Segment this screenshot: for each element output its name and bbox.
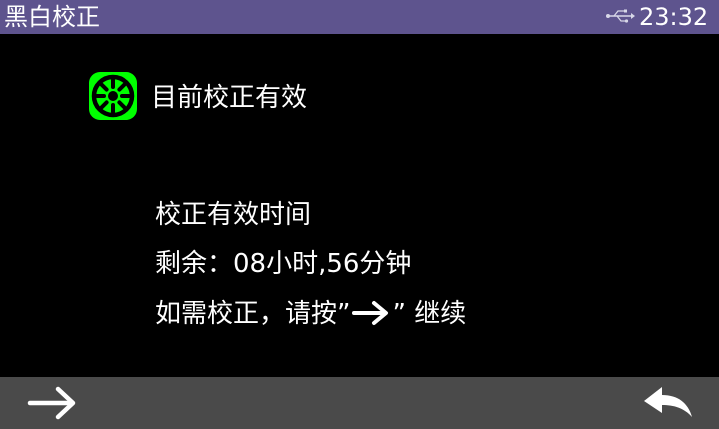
page-title: 黑白校正 xyxy=(4,3,100,31)
next-button[interactable] xyxy=(20,383,86,423)
back-button[interactable] xyxy=(634,383,700,423)
usb-icon xyxy=(606,9,635,23)
arrow-right-icon xyxy=(27,386,76,420)
calibration-wheel-icon xyxy=(89,72,137,120)
title-bar: 黑白校正 23:32 xyxy=(0,0,719,34)
validity-label: 校正有效时间 xyxy=(155,200,312,230)
clock: 23:32 xyxy=(639,3,709,31)
calibration-status: 目前校正有效 xyxy=(151,83,308,113)
instruction-prefix: 如需校正，请按” xyxy=(155,299,351,329)
bottom-bar xyxy=(0,377,719,429)
instruction-text: 如需校正，请按” ” 继续 xyxy=(155,297,466,331)
instruction-suffix: ” 继续 xyxy=(392,299,467,329)
remaining-time: 剩余：08小时,56分钟 xyxy=(155,249,412,279)
arrow-right-icon xyxy=(352,301,389,325)
return-arrow-icon xyxy=(644,387,692,417)
